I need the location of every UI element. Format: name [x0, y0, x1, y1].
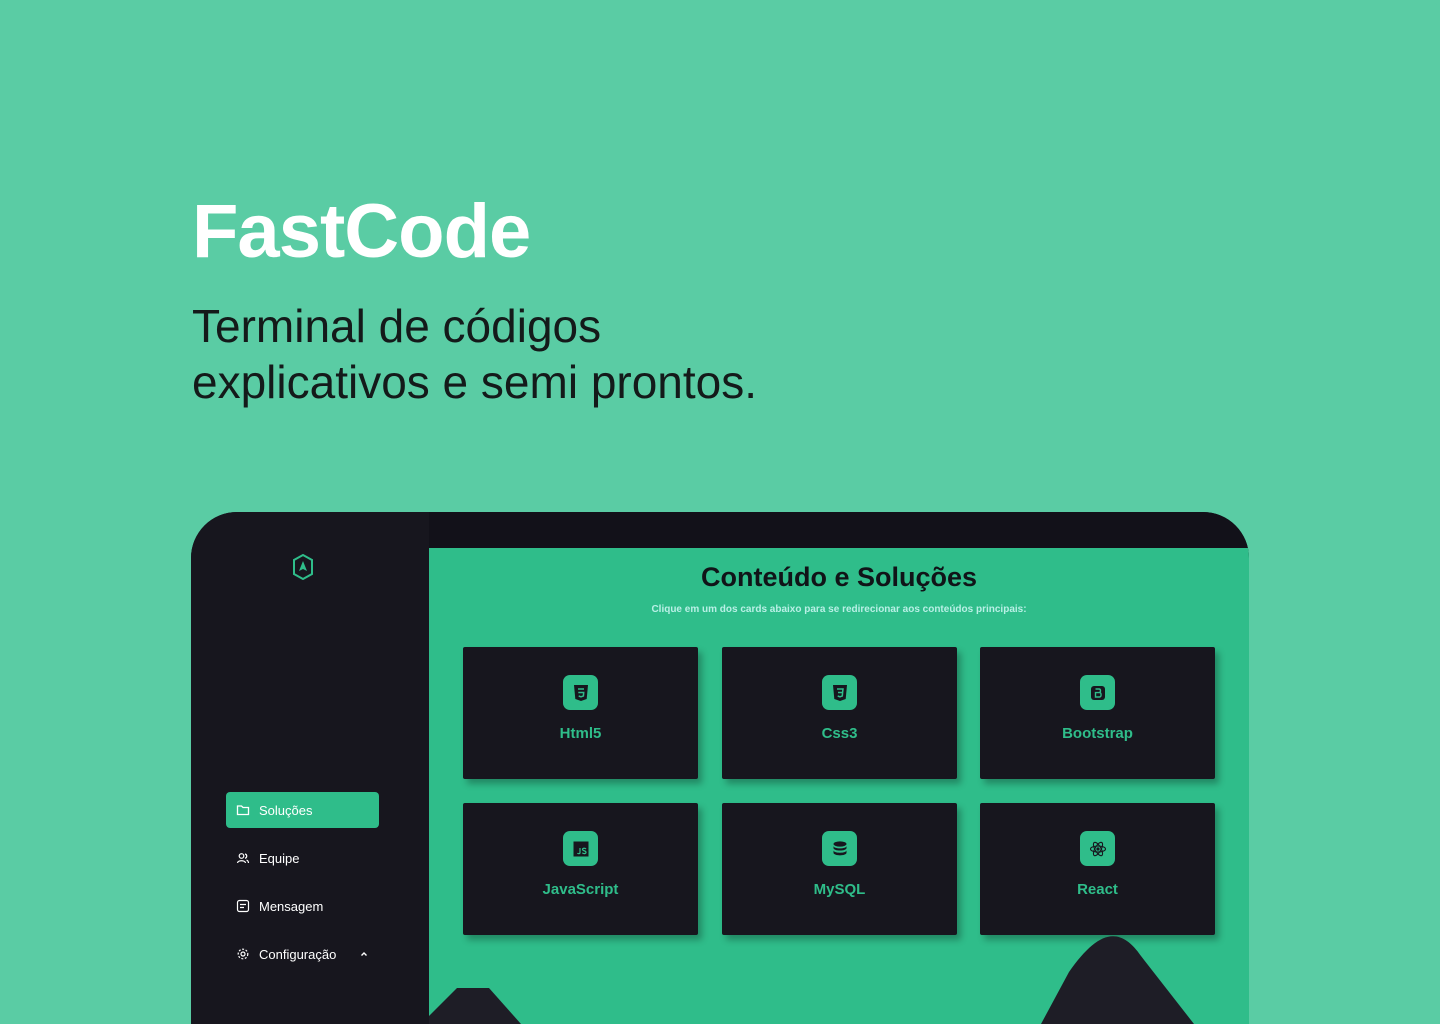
message-icon	[236, 899, 250, 913]
sidebar-nav: Soluções Equipe Mensagem Configuração	[226, 792, 379, 984]
chevron-up-icon[interactable]	[359, 947, 369, 957]
css3-icon	[822, 675, 857, 710]
page-title: Conteúdo e Soluções	[700, 562, 978, 592]
sidebar-item-solucoes[interactable]: Soluções	[226, 792, 379, 828]
react-icon	[1080, 831, 1115, 866]
card-label: React	[1077, 881, 1118, 898]
hero-subtitle-line-1: Terminal de códigos	[192, 300, 602, 352]
sidebar-item-label: Equipe	[259, 850, 300, 866]
sidebar-item-label: Soluções	[259, 802, 313, 818]
sidebar: Soluções Equipe Mensagem Configuração	[191, 512, 429, 1024]
hero-subtitle-line-2: explicativos e semi prontos.	[192, 356, 758, 409]
bootstrap-icon	[1080, 675, 1115, 710]
card-label: JavaScript	[542, 881, 619, 898]
top-bar	[429, 512, 1249, 548]
mountain-silhouette	[429, 936, 1194, 1024]
sidebar-item-equipe[interactable]: Equipe	[226, 840, 379, 876]
sidebar-item-configuracao[interactable]: Configuração	[226, 936, 379, 972]
card-label: Html5	[559, 725, 602, 742]
card-label: MySQL	[813, 881, 866, 898]
html5-icon	[563, 675, 598, 710]
card-html5[interactable]: Html5	[463, 647, 698, 779]
rocket-logo-icon	[291, 553, 315, 581]
main-content: Conteúdo e Soluções Clique em um dos car…	[429, 548, 1249, 1024]
card-mysql[interactable]: MySQL	[722, 803, 957, 935]
presentation-page: FastCode Terminal de códigos explicativo…	[0, 0, 1440, 1024]
sidebar-item-mensagem[interactable]: Mensagem	[226, 888, 379, 924]
users-icon	[236, 851, 250, 865]
sidebar-item-label: Configuração	[259, 946, 337, 962]
card-javascript[interactable]: JavaScript	[463, 803, 698, 935]
javascript-icon	[563, 831, 598, 866]
database-icon	[822, 831, 857, 866]
card-css3[interactable]: Css3	[722, 647, 957, 779]
card-bootstrap[interactable]: Bootstrap	[980, 647, 1215, 779]
hero-subtitle: Terminal de códigos explicativos e semi …	[192, 298, 912, 410]
page-subtitle: Clique em um dos cards abaixo para se re…	[651, 604, 1027, 615]
sidebar-item-label: Mensagem	[259, 898, 324, 914]
card-label: Bootstrap	[1062, 725, 1133, 742]
hero-title: FastCode	[192, 189, 531, 274]
card-label: Css3	[821, 725, 858, 742]
card-react[interactable]: React	[980, 803, 1215, 935]
app-mockup: Soluções Equipe Mensagem Configuração Co…	[191, 512, 1249, 1024]
folder-icon	[236, 803, 250, 817]
gear-icon	[236, 947, 250, 961]
